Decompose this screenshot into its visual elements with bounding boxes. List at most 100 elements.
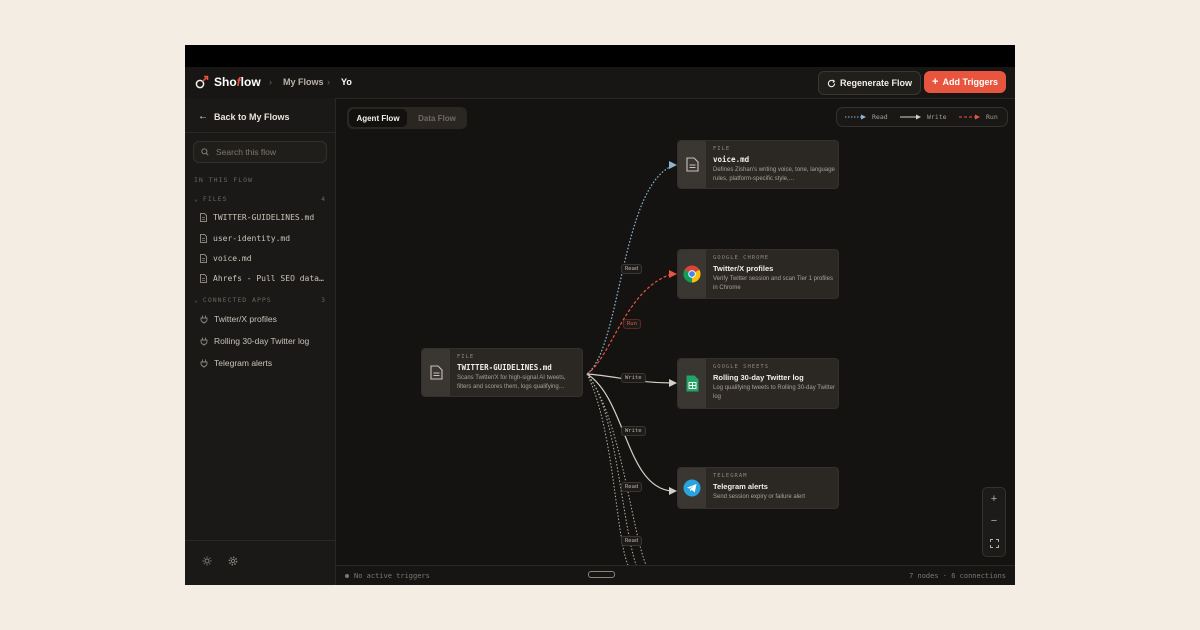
target-node-twitter-profiles[interactable]: GOOGLE CHROME Twitter/X profiles Verify …	[677, 249, 839, 299]
drag-handle[interactable]	[588, 571, 615, 578]
edge-label-read: Read	[621, 536, 643, 546]
app-item[interactable]: Telegram alerts	[200, 358, 272, 368]
status-dot-icon	[345, 574, 349, 578]
plug-icon	[200, 359, 208, 368]
search-input[interactable]	[214, 146, 318, 158]
window-top-strip	[185, 45, 1015, 67]
file-icon	[200, 234, 207, 243]
file-icon	[200, 274, 207, 283]
node-title: voice.md	[713, 155, 750, 164]
arrowhead	[669, 161, 677, 169]
app-item[interactable]: Twitter/X profiles	[200, 314, 277, 324]
gear-icon[interactable]	[228, 556, 238, 566]
arrowhead	[669, 270, 677, 278]
logo-text: Shoflow	[214, 75, 261, 89]
app-window: Shoflow › My Flows › Yo Regenerate Flow …	[185, 45, 1015, 585]
telegram-icon	[678, 468, 706, 508]
arrow-left-icon: ←	[198, 111, 208, 122]
arrowhead	[669, 379, 677, 387]
regenerate-flow-label: Regenerate Flow	[839, 78, 913, 88]
trigger-status: No active triggers	[345, 572, 430, 580]
node-kind: FILE	[713, 146, 731, 152]
source-node[interactable]: FILE TWITTER-GUIDELINES.md Scans Twitter…	[421, 348, 583, 397]
divider	[185, 540, 335, 541]
edge-label-read: Read	[621, 264, 643, 274]
node-title: Telegram alerts	[713, 482, 768, 491]
file-item[interactable]: voice.md	[200, 254, 252, 263]
node-description: Send session expiry or failure alert	[713, 494, 806, 500]
sidebar: ← Back to My Flows IN THIS FLOW ⌄FILES 4…	[185, 98, 336, 585]
trigger-status-text: No active triggers	[354, 572, 430, 580]
node-kind: GOOGLE CHROME	[713, 255, 770, 261]
file-item-label: TWITTER-GUIDELINES.md	[213, 213, 315, 222]
search-icon	[201, 148, 209, 156]
node-description: Log qualifying tweets to Rolling 30-day …	[713, 385, 835, 400]
in-this-flow-heading: IN THIS FLOW	[194, 176, 253, 184]
file-item-label: Ahrefs - Pull SEO data …	[213, 274, 325, 283]
node-kind: GOOGLE SHEETS	[713, 364, 770, 370]
search-field[interactable]	[193, 141, 327, 163]
node-kind: TELEGRAM	[713, 473, 748, 479]
plus-icon: +	[932, 75, 939, 88]
chevron-down-icon: ⌄	[194, 296, 199, 304]
add-triggers-button[interactable]: + Add Triggers	[924, 71, 1006, 93]
files-heading: FILES	[202, 195, 228, 203]
plug-icon	[200, 337, 208, 346]
file-item-label: voice.md	[213, 254, 252, 263]
files-section-toggle[interactable]: ⌄ FILES	[194, 195, 228, 203]
file-item[interactable]: TWITTER-GUIDELINES.md	[200, 213, 314, 222]
sheets-icon	[678, 359, 706, 408]
divider	[185, 132, 335, 133]
target-node-telegram[interactable]: TELEGRAM Telegram alerts Send session ex…	[677, 467, 839, 509]
file-item[interactable]: user-identity.md	[200, 234, 290, 243]
chrome-icon	[678, 250, 706, 298]
file-item[interactable]: Ahrefs - Pull SEO data …	[200, 274, 325, 283]
document-icon	[678, 141, 706, 188]
logo[interactable]: Shoflow	[195, 75, 261, 89]
apps-heading: CONNECTED APPS	[202, 296, 272, 304]
node-kind: FILE	[457, 354, 475, 360]
plug-icon	[200, 315, 208, 324]
files-count: 4	[321, 195, 325, 203]
flow-stats: 7 nodes · 6 connections	[909, 572, 1006, 580]
document-icon	[422, 349, 450, 396]
regenerate-flow-button[interactable]: Regenerate Flow	[818, 71, 921, 95]
back-to-my-flows-link[interactable]: ← Back to My Flows	[198, 111, 290, 122]
target-node-voice[interactable]: FILE voice.md Defines Zishan's writing v…	[677, 140, 839, 189]
top-bar: Shoflow › My Flows › Yo Regenerate Flow …	[185, 67, 1015, 99]
logo-icon	[195, 75, 209, 89]
edges-layer	[586, 161, 677, 565]
app-item[interactable]: Rolling 30-day Twitter log	[200, 336, 309, 346]
apps-section-toggle[interactable]: ⌄ CONNECTED APPS	[194, 296, 272, 304]
breadcrumb-current-flow: Yo	[341, 77, 352, 87]
breadcrumb-my-flows[interactable]: My Flows	[283, 77, 324, 87]
target-node-twitter-log[interactable]: GOOGLE SHEETS Rolling 30-day Twitter log…	[677, 358, 839, 409]
node-title: Twitter/X profiles	[713, 264, 774, 273]
edge-label-write: Write	[621, 426, 646, 436]
app-item-label: Twitter/X profiles	[214, 314, 277, 324]
zoom-controls: + −	[982, 487, 1006, 557]
refresh-icon	[827, 78, 836, 87]
file-item-label: user-identity.md	[213, 234, 291, 243]
file-icon	[200, 254, 207, 263]
node-description: Defines Zishan's writing voice, tone, la…	[713, 167, 835, 182]
node-title: TWITTER-GUIDELINES.md	[457, 363, 552, 372]
status-bar: No active triggers 7 nodes · 6 connectio…	[336, 565, 1015, 585]
edge-label-read: Read	[621, 482, 643, 492]
back-label: Back to My Flows	[214, 111, 290, 122]
app-item-label: Telegram alerts	[214, 358, 273, 368]
zoom-out-button[interactable]: −	[983, 510, 1005, 532]
edge-label-write: Write	[621, 373, 646, 383]
fit-view-button[interactable]	[983, 532, 1005, 554]
node-title: Rolling 30-day Twitter log	[713, 373, 804, 382]
zoom-in-button[interactable]: +	[983, 488, 1005, 510]
chevron-right-icon: ›	[269, 77, 272, 87]
sun-icon[interactable]	[202, 556, 212, 566]
node-description: Verify Twitter session and scan Tier 1 p…	[713, 276, 833, 291]
arrowhead	[669, 487, 677, 495]
chevron-right-icon: ›	[327, 77, 330, 87]
chevron-down-icon: ⌄	[194, 195, 199, 203]
app-item-label: Rolling 30-day Twitter log	[214, 336, 310, 346]
edge-label-run: Run	[623, 319, 641, 329]
flow-canvas[interactable]: Agent Flow Data Flow Read Write Run Read…	[336, 98, 1015, 565]
